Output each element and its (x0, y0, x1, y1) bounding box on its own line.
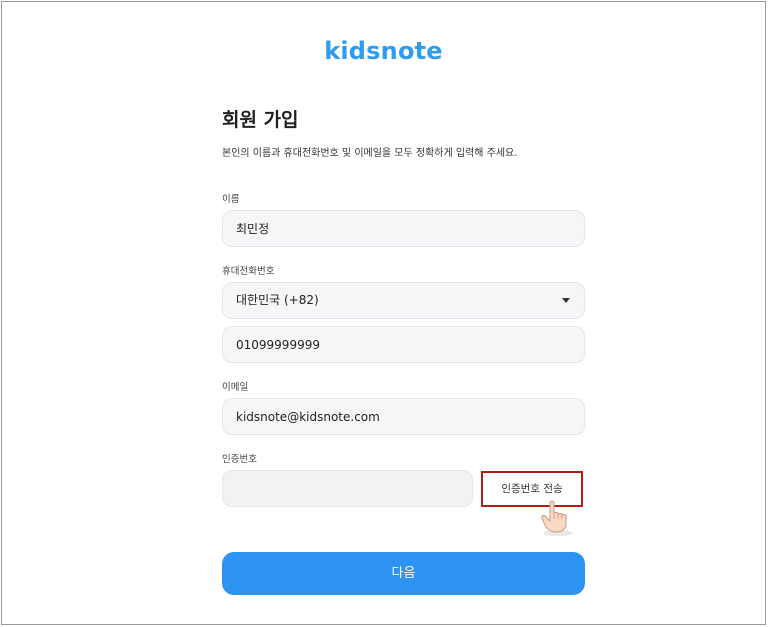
phone-number-field[interactable] (222, 326, 585, 363)
name-field[interactable] (222, 210, 585, 247)
verification-code-field[interactable] (222, 470, 473, 507)
hand-pointer-icon (541, 500, 573, 536)
page-subtitle: 본인의 이름과 휴대전화번호 및 이메일을 모두 정확하게 입력해 주세요. (222, 148, 518, 159)
kidsnote-logo: kidsnote (324, 37, 443, 65)
page-title: 회원 가입 (222, 109, 299, 131)
name-label: 이름 (222, 194, 240, 205)
email-label: 이메일 (222, 382, 249, 393)
next-button[interactable]: 다음 (222, 552, 585, 595)
chevron-down-icon (562, 298, 570, 303)
email-input[interactable] (236, 399, 571, 434)
country-code-select[interactable]: 대한민국 (+82) (222, 282, 585, 319)
email-field[interactable] (222, 398, 585, 435)
phone-number-input[interactable] (236, 327, 571, 362)
name-input[interactable] (236, 211, 571, 246)
country-code-value: 대한민국 (+82) (236, 293, 319, 307)
verification-label: 인증번호 (222, 454, 257, 465)
signup-window: kidsnote 회원 가입 본인의 이름과 휴대전화번호 및 이메일을 모두 … (1, 1, 766, 625)
phone-label: 휴대전화번호 (222, 266, 275, 277)
